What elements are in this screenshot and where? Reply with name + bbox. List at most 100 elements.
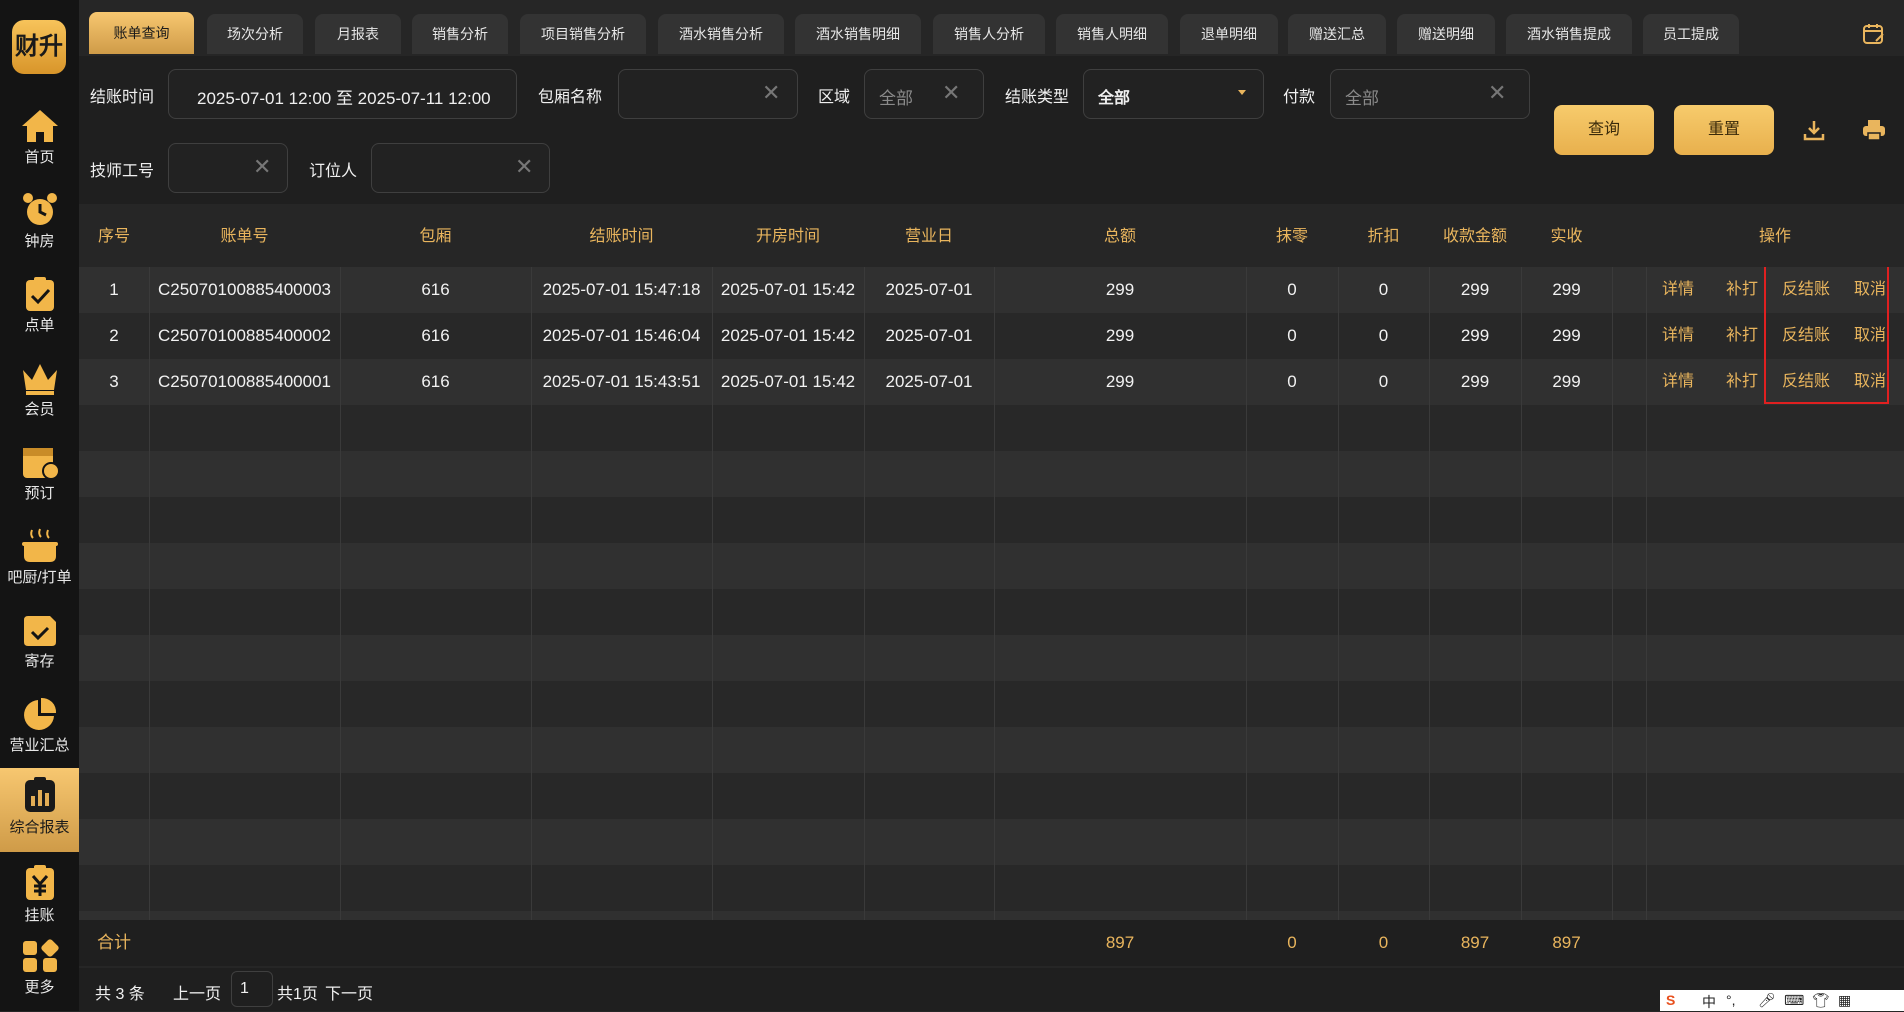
reprint-link[interactable]: 补打	[1726, 359, 1758, 405]
cooking-pot-icon	[21, 528, 58, 562]
table-row[interactable]: 1 C25070100885400003 616 2025-07-01 15:4…	[79, 267, 1904, 313]
cell-open-time: 2025-07-01 15:42	[720, 372, 856, 391]
sidebar-item-home[interactable]: 首页	[0, 100, 79, 178]
reprint-link[interactable]: 补打	[1726, 267, 1758, 313]
tab-drink-sales-detail[interactable]: 酒水销售明细	[795, 14, 921, 54]
reprint-link[interactable]: 补打	[1726, 313, 1758, 359]
cell-open-time: 2025-07-01 15:42	[720, 326, 856, 345]
sidebar-item-order[interactable]: 点单	[0, 268, 79, 346]
cancel-link[interactable]: 取消	[1854, 267, 1886, 313]
area-select[interactable]: 全部 ✕	[864, 69, 984, 119]
totals-actual: 897	[1552, 933, 1581, 952]
reverse-checkout-link[interactable]: 反结账	[1782, 359, 1830, 405]
room-name-label: 包厢名称	[538, 89, 603, 106]
prev-page-button[interactable]: 上一页	[173, 980, 221, 1004]
checkout-type-value: 全部	[1098, 90, 1131, 107]
table-stripe	[79, 635, 1904, 681]
booker-input[interactable]: ✕	[371, 143, 550, 193]
sidebar-item-label: 钟房	[24, 233, 55, 250]
cancel-link[interactable]: 取消	[1854, 359, 1886, 405]
sidebar-item-label: 会员	[24, 401, 55, 418]
tab-refund-detail[interactable]: 退单明细	[1180, 14, 1278, 54]
clear-icon[interactable]: ✕	[253, 156, 271, 178]
sidebar-item-reports[interactable]: 综合报表	[0, 768, 79, 852]
table-row[interactable]: 2 C25070100885400002 616 2025-07-01 15:4…	[79, 313, 1904, 359]
tab-gift-detail[interactable]: 赠送明细	[1397, 14, 1495, 54]
ime-mode-chinese[interactable]: 中	[1702, 992, 1716, 1012]
cell-index: 1	[109, 280, 119, 299]
skin-shirt-icon[interactable]: 👕︎	[1812, 992, 1830, 1009]
pie-chart-icon	[23, 697, 56, 730]
tab-staff-commission[interactable]: 员工提成	[1643, 14, 1739, 54]
checkout-type-select[interactable]: 全部	[1083, 69, 1264, 119]
cancel-link[interactable]: 取消	[1854, 313, 1886, 359]
record-count: 共 3 条	[95, 986, 145, 1003]
tech-id-input[interactable]: ✕	[168, 143, 288, 193]
table-stripe	[79, 773, 1904, 819]
sidebar-item-booking[interactable]: 预订	[0, 436, 79, 514]
cell-index: 3	[109, 372, 119, 391]
sidebar-item-label: 寄存	[24, 653, 55, 670]
yen-clipboard-icon	[25, 865, 54, 900]
tab-item-sales-analysis[interactable]: 项目销售分析	[520, 14, 646, 54]
toolbox-grid-icon[interactable]: ▦	[1838, 992, 1851, 1009]
sidebar-item-business-summary[interactable]: 营业汇总	[0, 688, 79, 766]
clear-icon[interactable]: ✕	[515, 156, 533, 178]
col-header-discount: 折扣	[1367, 228, 1400, 245]
area-value: 全部	[879, 89, 913, 108]
tab-seller-detail[interactable]: 销售人明细	[1056, 14, 1168, 54]
sidebar-item-kitchen[interactable]: 吧厨/打单	[0, 520, 79, 598]
sidebar-item-storage[interactable]: 寄存	[0, 604, 79, 682]
clear-icon[interactable]: ✕	[762, 82, 780, 104]
table-stripe	[79, 497, 1904, 543]
cell-discount: 0	[1378, 326, 1389, 345]
reset-button[interactable]: 重置	[1674, 105, 1774, 155]
checkout-time-range-input[interactable]: 2025-07-01 12:00 至 2025-07-11 12:00	[168, 69, 517, 119]
totals-received: 897	[1460, 933, 1490, 952]
sidebar-item-clock-room[interactable]: 钟房	[0, 184, 79, 262]
calendar-edit-icon[interactable]	[1862, 22, 1886, 46]
col-header-bill-no: 账单号	[220, 228, 269, 245]
cell-bill-no: C25070100885400002	[157, 326, 331, 345]
reverse-checkout-link[interactable]: 反结账	[1782, 313, 1830, 359]
sidebar-item-label: 吧厨/打单	[7, 569, 72, 586]
col-header-actual: 实收	[1550, 228, 1583, 245]
sidebar-item-member[interactable]: 会员	[0, 352, 79, 430]
download-icon[interactable]	[1803, 119, 1825, 141]
detail-link[interactable]: 详情	[1662, 267, 1694, 313]
clear-icon[interactable]: ✕	[1488, 82, 1506, 104]
page-number-input[interactable]: 1	[231, 971, 273, 1007]
microphone-icon[interactable]: 🎤︎	[1758, 992, 1776, 1009]
tab-session-analysis[interactable]: 场次分析	[207, 14, 303, 54]
totals-label: 合计	[97, 933, 131, 952]
tab-sales-analysis[interactable]: 销售分析	[412, 14, 508, 54]
tab-drink-sales-analysis[interactable]: 酒水销售分析	[658, 14, 784, 54]
tab-monthly-report[interactable]: 月报表	[315, 14, 401, 54]
ime-punctuation[interactable]: °,	[1726, 992, 1736, 1008]
tab-seller-analysis[interactable]: 销售人分析	[933, 14, 1045, 54]
table-row[interactable]: 3 C25070100885400001 616 2025-07-01 15:4…	[79, 359, 1904, 405]
col-header-checkout-time: 结账时间	[589, 228, 654, 245]
cell-actual: 299	[1552, 372, 1581, 391]
room-name-input[interactable]: ✕	[618, 69, 798, 119]
clear-icon[interactable]: ✕	[942, 82, 960, 104]
print-icon[interactable]	[1862, 119, 1886, 141]
query-button[interactable]: 查询	[1554, 105, 1654, 155]
sogou-logo-icon[interactable]: S	[1666, 992, 1675, 1008]
payment-select[interactable]: 全部 ✕	[1330, 69, 1530, 119]
tab-drink-commission[interactable]: 酒水销售提成	[1506, 14, 1632, 54]
detail-link[interactable]: 详情	[1662, 313, 1694, 359]
sidebar: 财升 首页 钟房 点单 会员 预订 吧厨/打单 寄存 营业汇总 综合报表 挂账	[0, 0, 79, 1011]
sidebar-item-more[interactable]: 更多	[0, 930, 79, 1008]
cell-rounding: 0	[1287, 326, 1297, 345]
detail-link[interactable]: 详情	[1662, 359, 1694, 405]
tab-gift-summary[interactable]: 赠送汇总	[1288, 14, 1386, 54]
reverse-checkout-link[interactable]: 反结账	[1782, 267, 1830, 313]
cell-received: 299	[1460, 280, 1490, 299]
tab-bill-query[interactable]: 账单查询	[89, 12, 194, 54]
keyboard-icon[interactable]: ⌨	[1784, 992, 1804, 1009]
area-label: 区域	[818, 89, 851, 106]
sidebar-item-credit[interactable]: 挂账	[0, 856, 79, 934]
table-stripe	[79, 451, 1904, 497]
next-page-button[interactable]: 下一页	[325, 980, 373, 1004]
